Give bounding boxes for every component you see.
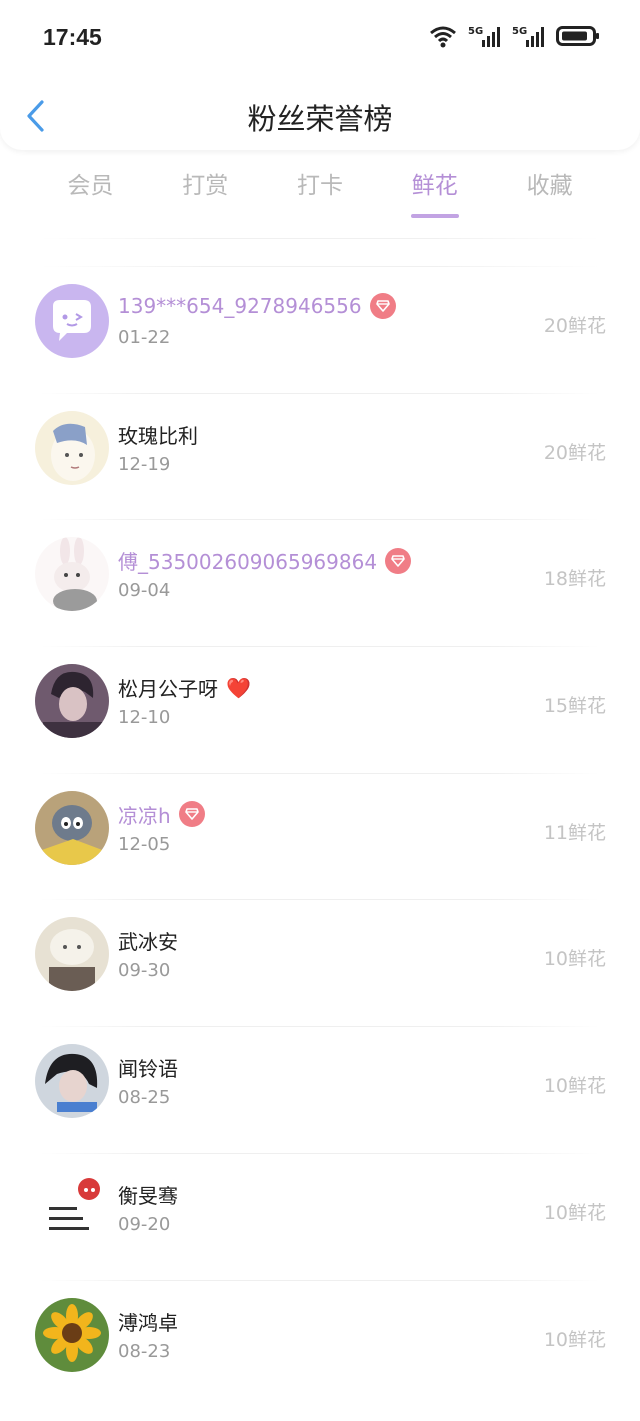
fan-name-text: 139***654_9278946556: [118, 294, 362, 318]
diamond-badge-icon: [385, 547, 412, 574]
fan-name-text: 衡旻骞: [118, 1183, 178, 1208]
svg-text:5G: 5G: [468, 26, 483, 37]
page-title: 粉丝荣誉榜: [247, 102, 393, 136]
fan-name-text: 凉凉h: [118, 803, 171, 828]
fan-name-text: 玫瑰比利: [118, 423, 198, 448]
heart-emoji-icon: ❤️: [226, 675, 251, 700]
fan-name-text: 闻铃语: [118, 1057, 178, 1082]
fan-date: 09-30: [118, 960, 171, 982]
fan-name: 闻铃语: [118, 1053, 178, 1082]
fan-name: 武冰安: [118, 926, 178, 955]
list-item[interactable]: 傅_535002609065969864 09-04 18鲜花: [0, 520, 640, 648]
fan-name: 松月公子呀 ❤️: [118, 673, 251, 702]
fan-date: 08-23: [118, 1340, 171, 1362]
avatar: [35, 1044, 109, 1119]
flower-count: 10鲜花: [543, 948, 606, 971]
fan-date: 12-19: [118, 453, 171, 475]
list-item[interactable]: 衡旻骞 09-20 10鲜花: [0, 1154, 640, 1281]
list-item[interactable]: 玫瑰比利 12-19 20鲜花: [0, 394, 640, 521]
fan-name: 139***654_9278946556: [118, 293, 396, 319]
tab-label: 会员: [67, 173, 114, 199]
tab-label: 收藏: [526, 173, 573, 199]
flower-count: 10鲜花: [543, 1075, 606, 1098]
svg-text:5G: 5G: [512, 26, 527, 37]
battery-icon: [556, 26, 599, 46]
diamond-badge-icon: [178, 801, 205, 828]
tab-bar: 会员 打赏 打卡 鲜花 收藏: [33, 168, 607, 218]
fan-name-text: 武冰安: [118, 930, 178, 955]
list-item[interactable]: 溥鸿卓 08-23 10鲜花: [0, 1281, 640, 1408]
divider: [40, 238, 600, 239]
fan-date: 12-10: [118, 707, 171, 729]
fan-date: 08-25: [118, 1087, 171, 1109]
list-item[interactable]: 松月公子呀 ❤️ 12-10 15鲜花: [0, 647, 640, 774]
fan-name-text: 傅_535002609065969864: [118, 550, 378, 575]
fan-name: 凉凉h: [118, 800, 205, 829]
avatar: [35, 1297, 109, 1372]
list-item[interactable]: 139***654_9278946556 01-22 20鲜花: [0, 267, 640, 394]
avatar: [35, 917, 109, 992]
fan-name: 傅_535002609065969864: [118, 546, 412, 575]
signal-5g-icon-2: 5G: [512, 26, 544, 47]
top-bar: 17:45 5G 5G 粉丝荣誉榜: [0, 0, 640, 150]
flower-count: 15鲜花: [543, 695, 606, 718]
flower-count: 18鲜花: [543, 568, 606, 591]
fan-date: 09-04: [118, 580, 171, 602]
flower-count: 20鲜花: [543, 315, 606, 337]
list-item[interactable]: 武冰安 09-30 10鲜花: [0, 900, 640, 1028]
list-item[interactable]: 凉凉h 12-05 11鲜花: [0, 774, 640, 901]
fan-date: 09-20: [118, 1213, 171, 1235]
fan-name-text: 溥鸿卓: [118, 1310, 178, 1335]
avatar: [35, 664, 109, 739]
tab-member[interactable]: 会员: [33, 168, 148, 218]
flower-count: 20鲜花: [543, 441, 606, 464]
fan-list: 139***654_9278946556 01-22 20鲜花 玫瑰比利 12-…: [0, 267, 640, 1407]
status-icons: 5G 5G: [428, 24, 600, 48]
tab-reward[interactable]: 打赏: [148, 168, 263, 218]
signal-5g-icon: 5G: [468, 26, 500, 47]
avatar: [35, 284, 109, 358]
flower-count: 10鲜花: [543, 1201, 606, 1224]
status-time: 17:45: [43, 24, 102, 50]
fan-date: 01-22: [118, 327, 171, 348]
flower-count: 11鲜花: [543, 821, 606, 844]
fan-name: 衡旻骞: [118, 1180, 178, 1209]
tab-flowers[interactable]: 鲜花: [377, 168, 492, 218]
flower-count: 10鲜花: [543, 1328, 606, 1351]
fan-name: 玫瑰比利: [118, 420, 198, 449]
avatar: [35, 790, 109, 865]
fan-name-text: 松月公子呀: [118, 677, 218, 702]
diamond-badge-icon: [369, 293, 396, 319]
avatar: [35, 410, 109, 485]
tab-checkin[interactable]: 打卡: [263, 168, 378, 218]
list-item[interactable]: 闻铃语 08-25 10鲜花: [0, 1027, 640, 1154]
tab-label: 打卡: [296, 173, 343, 199]
avatar: [35, 537, 109, 612]
fan-name: 溥鸿卓: [118, 1307, 178, 1336]
active-tab-indicator: [410, 214, 459, 218]
wifi-icon: [430, 26, 456, 48]
tab-label: 打赏: [182, 173, 229, 199]
fan-date: 12-05: [118, 833, 171, 855]
tab-label: 鲜花: [411, 173, 458, 199]
tab-favorites[interactable]: 收藏: [492, 168, 607, 218]
avatar: [35, 1170, 109, 1245]
